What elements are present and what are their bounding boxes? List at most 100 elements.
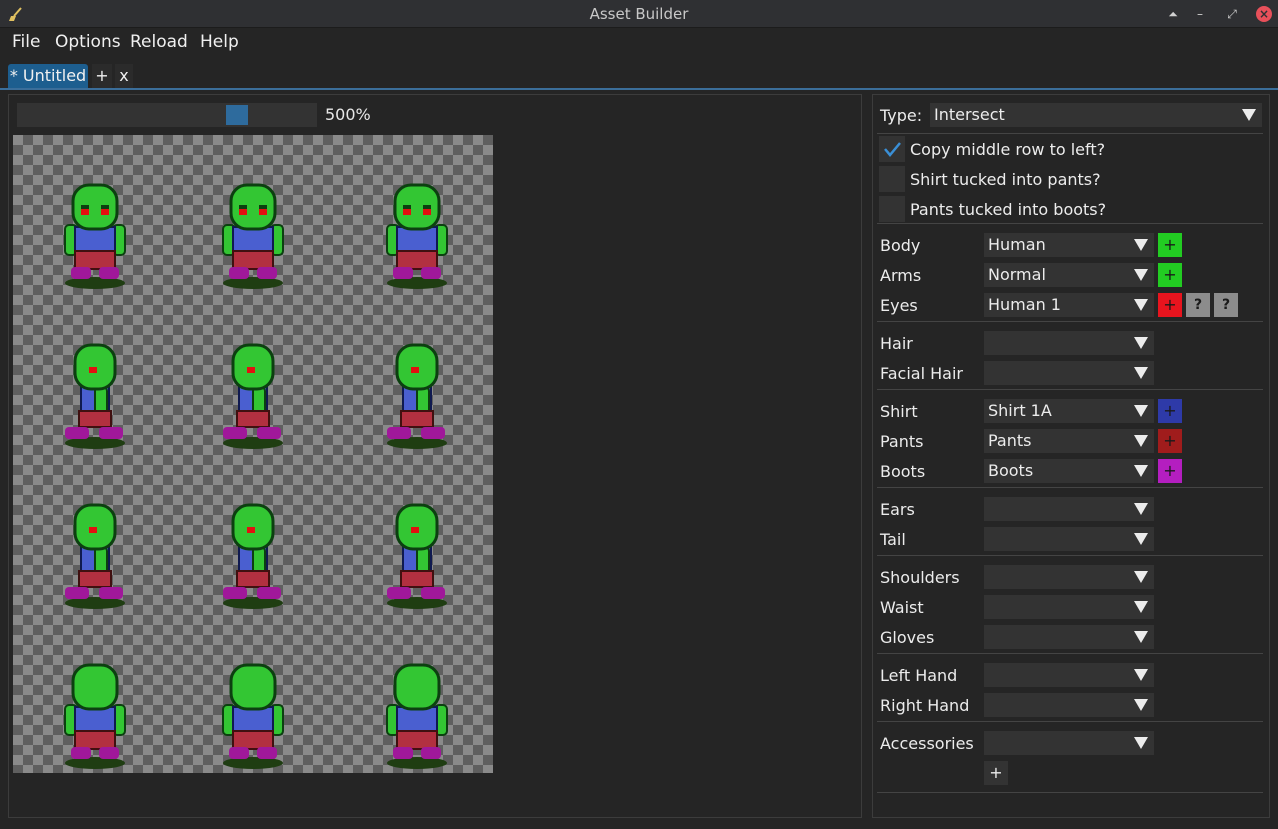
pants-color-button[interactable]: + bbox=[1158, 429, 1182, 453]
body-color-button[interactable]: + bbox=[1158, 233, 1182, 257]
shirt-dropdown[interactable]: Shirt 1A bbox=[984, 399, 1154, 423]
pants-tucked-label: Pants tucked into boots? bbox=[910, 200, 1107, 219]
chevron-down-icon bbox=[1134, 367, 1148, 379]
sprite-front-3 bbox=[386, 183, 448, 289]
arms-label: Arms bbox=[880, 266, 922, 285]
boots-color-button[interactable]: + bbox=[1158, 459, 1182, 483]
chevron-down-icon bbox=[1134, 299, 1148, 311]
divider bbox=[877, 389, 1263, 390]
chevron-down-icon bbox=[1134, 337, 1148, 349]
preview-panel: 500% bbox=[8, 94, 862, 818]
menu-options[interactable]: Options bbox=[55, 32, 121, 52]
shirt-tucked-checkbox[interactable] bbox=[879, 166, 905, 192]
sprite-back-12 bbox=[386, 663, 448, 769]
ears-dropdown[interactable] bbox=[984, 497, 1154, 521]
menu-reload[interactable]: Reload bbox=[130, 32, 188, 52]
chevron-down-icon bbox=[1134, 631, 1148, 643]
tail-dropdown[interactable] bbox=[984, 527, 1154, 551]
eyes-value: Human 1 bbox=[988, 295, 1061, 314]
divider bbox=[877, 555, 1263, 556]
zoom-slider-handle[interactable] bbox=[226, 105, 248, 125]
left-hand-dropdown[interactable] bbox=[984, 663, 1154, 687]
facial-hair-label: Facial Hair bbox=[880, 364, 963, 383]
divider bbox=[877, 721, 1263, 722]
sprite-back-10 bbox=[64, 663, 126, 769]
divider bbox=[877, 223, 1263, 224]
sprite-side-4 bbox=[65, 343, 125, 449]
add-accessory-button[interactable]: + bbox=[984, 761, 1008, 785]
waist-label: Waist bbox=[880, 598, 924, 617]
close-window-icon[interactable]: × bbox=[1256, 6, 1272, 22]
zoom-level: 500% bbox=[325, 105, 371, 124]
pants-tucked-checkbox[interactable] bbox=[879, 196, 905, 222]
chevron-down-icon bbox=[1242, 109, 1256, 121]
tab-bar: * Untitled + x bbox=[0, 56, 1278, 90]
shirt-tucked-label: Shirt tucked into pants? bbox=[910, 170, 1101, 189]
eyes-label: Eyes bbox=[880, 296, 918, 315]
chevron-down-icon bbox=[1134, 405, 1148, 417]
zoom-slider[interactable] bbox=[17, 103, 317, 127]
keep-above-icon[interactable]: ⏶ bbox=[1165, 6, 1181, 22]
pants-dropdown[interactable]: Pants bbox=[984, 429, 1154, 453]
sprite-side-7 bbox=[65, 503, 125, 609]
shoulders-dropdown[interactable] bbox=[984, 565, 1154, 589]
gloves-label: Gloves bbox=[880, 628, 935, 647]
chevron-down-icon bbox=[1134, 503, 1148, 515]
minimize-icon[interactable]: – bbox=[1192, 6, 1208, 22]
copy-middle-row-label: Copy middle row to left? bbox=[910, 140, 1106, 159]
tab-untitled[interactable]: * Untitled bbox=[8, 64, 88, 88]
left-hand-label: Left Hand bbox=[880, 666, 958, 685]
accessories-label: Accessories bbox=[880, 734, 974, 753]
sprite-back-11 bbox=[222, 663, 284, 769]
accessories-dropdown[interactable] bbox=[984, 731, 1154, 755]
shirt-color-button[interactable]: + bbox=[1158, 399, 1182, 423]
hair-label: Hair bbox=[880, 334, 913, 353]
restore-icon[interactable]: ⤢ bbox=[1224, 6, 1240, 22]
chevron-down-icon bbox=[1134, 465, 1148, 477]
chevron-down-icon bbox=[1134, 571, 1148, 583]
eyes-random-button[interactable]: ? bbox=[1214, 293, 1238, 317]
new-tab-button[interactable]: + bbox=[92, 64, 112, 88]
sprite-side-6 bbox=[387, 343, 447, 449]
shirt-value: Shirt 1A bbox=[988, 401, 1052, 420]
boots-label: Boots bbox=[880, 462, 926, 481]
shoulders-label: Shoulders bbox=[880, 568, 960, 587]
chevron-down-icon bbox=[1134, 239, 1148, 251]
divider bbox=[877, 792, 1263, 793]
menu-file[interactable]: File bbox=[12, 32, 40, 52]
type-dropdown[interactable]: Intersect bbox=[930, 103, 1262, 127]
body-value: Human bbox=[988, 235, 1046, 254]
chevron-down-icon bbox=[1134, 533, 1148, 545]
eyes-color-button[interactable]: + bbox=[1158, 293, 1182, 317]
sprite-side-5 bbox=[223, 343, 283, 449]
facial-hair-dropdown[interactable] bbox=[984, 361, 1154, 385]
chevron-down-icon bbox=[1134, 669, 1148, 681]
eyes-dropdown[interactable]: Human 1 bbox=[984, 293, 1154, 317]
right-hand-dropdown[interactable] bbox=[984, 693, 1154, 717]
copy-middle-row-checkbox[interactable] bbox=[879, 136, 905, 162]
chevron-down-icon bbox=[1134, 699, 1148, 711]
arms-dropdown[interactable]: Normal bbox=[984, 263, 1154, 287]
divider bbox=[877, 653, 1263, 654]
chevron-down-icon bbox=[1134, 601, 1148, 613]
arms-value: Normal bbox=[988, 265, 1046, 284]
hair-dropdown[interactable] bbox=[984, 331, 1154, 355]
menu-help[interactable]: Help bbox=[200, 32, 239, 52]
eyes-random-button[interactable]: ? bbox=[1186, 293, 1210, 317]
arms-color-button[interactable]: + bbox=[1158, 263, 1182, 287]
body-dropdown[interactable]: Human bbox=[984, 233, 1154, 257]
chevron-down-icon bbox=[1134, 435, 1148, 447]
sprite-canvas[interactable] bbox=[13, 135, 493, 773]
pants-label: Pants bbox=[880, 432, 924, 451]
close-tab-button[interactable]: x bbox=[115, 64, 133, 88]
checkmark-icon bbox=[884, 142, 901, 157]
chevron-down-icon bbox=[1134, 737, 1148, 749]
waist-dropdown[interactable] bbox=[984, 595, 1154, 619]
shirt-label: Shirt bbox=[880, 402, 918, 421]
boots-dropdown[interactable]: Boots bbox=[984, 459, 1154, 483]
ears-label: Ears bbox=[880, 500, 915, 519]
chevron-down-icon bbox=[1134, 269, 1148, 281]
sprite-side-8 bbox=[223, 503, 283, 609]
menu-bar: File Options Reload Help bbox=[0, 28, 1278, 56]
gloves-dropdown[interactable] bbox=[984, 625, 1154, 649]
